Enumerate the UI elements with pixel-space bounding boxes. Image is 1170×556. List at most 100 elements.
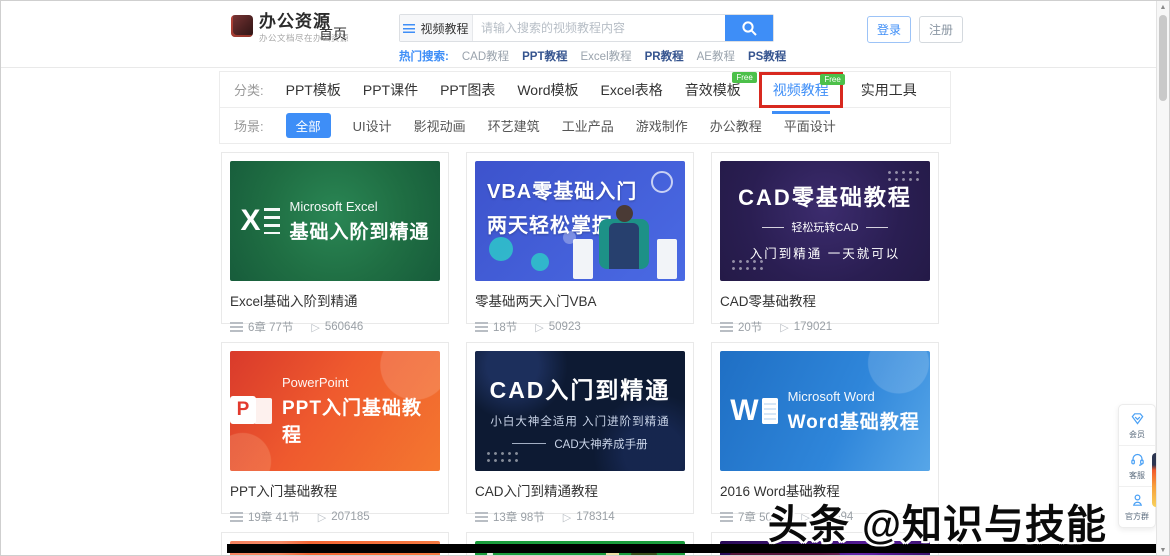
category-tab-excel-sheet[interactable]: Excel表格: [601, 80, 663, 100]
thumb-line1: Microsoft Word: [787, 388, 875, 404]
hot-search-ae[interactable]: AE教程: [697, 48, 735, 64]
thumb-line1: VBA零基础入门: [487, 181, 638, 203]
word-logo-icon: W: [730, 396, 778, 426]
filter-panel: 分类: PPT模板 PPT课件 PPT图表 Word模板 Excel表格 Fre…: [219, 71, 951, 144]
dots-decoration: [485, 450, 519, 463]
scrollbar-thumb[interactable]: [1159, 15, 1167, 101]
scene-tab-game[interactable]: 游戏制作: [636, 116, 688, 135]
category-tab-tools[interactable]: 实用工具: [861, 80, 917, 100]
pencil-icon: [651, 171, 673, 193]
scene-tab-graphic-design[interactable]: 平面设计: [784, 116, 836, 135]
course-thumbnail[interactable]: VBA零基础入门 两天轻松掌握: [475, 161, 685, 281]
course-title[interactable]: 零基础两天入门VBA: [475, 290, 685, 310]
thumb-line1: CAD零基础教程: [738, 185, 912, 210]
scene-tab-office[interactable]: 办公教程: [710, 116, 762, 135]
float-menu-service[interactable]: 客服: [1119, 445, 1155, 486]
course-thumbnail[interactable]: W Microsoft Word Word基础教程: [720, 351, 930, 471]
bubble-illustration: [531, 253, 549, 271]
browser-viewport: 办公资源 办公文档尽在办公资源 首页 视频教程 登录 注册 热门搜索:: [0, 0, 1170, 556]
bubble-illustration: [563, 231, 576, 244]
play-count-icon: ▷: [780, 321, 789, 334]
hot-search-ppt[interactable]: PPT教程: [522, 48, 567, 64]
thumb-line3: CAD大神养成手册: [554, 438, 648, 451]
person-illustration: [609, 223, 639, 269]
scroll-down-arrow-icon[interactable]: ▼: [1157, 547, 1169, 554]
course-card[interactable]: W Microsoft Word Word基础教程 2016 Word基础教程 …: [711, 342, 939, 524]
course-thumbnail[interactable]: P PowerPoint PPT入门基础教程: [230, 351, 440, 471]
person-illustration: [616, 205, 633, 222]
nav-item-home[interactable]: 首页: [319, 24, 347, 44]
thumb-line3: 入门到精通 一天就可以: [749, 247, 901, 261]
hot-search-cad[interactable]: CAD教程: [462, 48, 509, 64]
category-tab-ppt-chart[interactable]: PPT图表: [440, 80, 495, 100]
course-card[interactable]: P PowerPoint PPT入门基础教程 PPT入门基础教程 19章 41节…: [221, 342, 449, 524]
float-menu-vip[interactable]: 会员: [1119, 405, 1155, 445]
course-plays: 50923: [548, 321, 581, 333]
search-category-dropdown[interactable]: 视频教程: [400, 15, 473, 41]
course-plays: 560646: [324, 321, 364, 333]
course-thumbnail[interactable]: CAD零基础教程 轻松玩转CAD 入门到精通 一天就可以: [720, 161, 930, 281]
scrollbar[interactable]: ▲ ▼: [1156, 1, 1169, 555]
bubble-illustration: [489, 237, 513, 261]
chapters-icon: [475, 322, 488, 332]
course-title[interactable]: PPT入门基础教程: [230, 480, 440, 500]
chapters-icon: [475, 512, 488, 522]
scene-tab-ui-design[interactable]: UI设计: [353, 116, 392, 135]
course-title[interactable]: CAD入门到精通教程: [475, 480, 685, 500]
scene-tab-all[interactable]: 全部: [285, 113, 331, 138]
annotation-red-box: Free 视频教程: [758, 71, 845, 108]
search-button[interactable]: [725, 15, 773, 41]
login-button[interactable]: 登录: [867, 16, 912, 43]
course-meta: 13章 98节 ▷ 178314: [475, 509, 685, 525]
course-thumbnail[interactable]: CAD入门到精通 小白大神全适用 入门进阶到精通 CAD大神养成手册: [475, 351, 685, 471]
category-filter-row: 分类: PPT模板 PPT课件 PPT图表 Word模板 Excel表格 Fre…: [220, 71, 950, 108]
course-meta: 18节 ▷ 50923: [475, 319, 685, 335]
scroll-up-arrow-icon[interactable]: ▲: [1157, 4, 1169, 11]
thumb-line2: PPT入门基础教程: [282, 398, 422, 446]
category-label: 分类:: [234, 83, 264, 98]
course-chapters: 18节: [493, 322, 518, 334]
chapters-icon: [720, 322, 733, 332]
desk-illustration: [573, 239, 593, 279]
scene-label: 场景:: [234, 119, 264, 134]
free-badge: Free: [820, 73, 845, 85]
free-badge: Free: [732, 71, 757, 83]
course-title[interactable]: CAD零基础教程: [720, 290, 930, 310]
play-count-icon: ▷: [562, 511, 572, 524]
scene-filter-row: 场景: 全部 UI设计 影视动画 环艺建筑 工业产品 游戏制作 办公教程 平面设…: [220, 108, 950, 143]
chapters-icon: [230, 322, 243, 332]
scene-tab-architecture[interactable]: 环艺建筑: [488, 116, 540, 135]
course-card[interactable]: X Microsoft Excel 基础入阶到精通 Excel基础入阶到精通 6…: [221, 152, 449, 334]
hamburger-icon: [403, 23, 416, 33]
search-input[interactable]: [473, 15, 725, 41]
logo-icon: [231, 15, 253, 37]
vip-icon: [1131, 413, 1143, 425]
thumb-line1: PowerPoint: [282, 375, 349, 390]
category-tab-video-tutorial[interactable]: Free 视频教程: [773, 73, 845, 98]
course-card[interactable]: CAD零基础教程 轻松玩转CAD 入门到精通 一天就可以 CAD零基础教程 20…: [711, 152, 939, 334]
course-title[interactable]: Excel基础入阶到精通: [230, 290, 440, 310]
course-meta: 6章 77节 ▷ 560646: [230, 319, 440, 335]
course-chapters: 19章 41节: [248, 512, 300, 524]
hot-search-row: 热门搜索: CAD教程 PPT教程 Excel教程 PR教程 AE教程 PS教程: [399, 48, 786, 64]
course-chapters: 13章 98节: [493, 512, 545, 524]
float-menu-group[interactable]: 官方群: [1119, 486, 1155, 527]
hot-search-pr[interactable]: PR教程: [645, 48, 684, 64]
scene-tab-film-animation[interactable]: 影视动画: [414, 116, 466, 135]
course-thumbnail[interactable]: X Microsoft Excel 基础入阶到精通: [230, 161, 440, 281]
hot-search-ps[interactable]: PS教程: [748, 48, 786, 64]
register-button[interactable]: 注册: [919, 16, 964, 43]
category-tab-ppt-template[interactable]: PPT模板: [286, 80, 341, 100]
course-card[interactable]: CAD入门到精通 小白大神全适用 入门进阶到精通 CAD大神养成手册 CAD入门…: [466, 342, 694, 524]
course-plays: 178314: [576, 511, 615, 523]
watermark-text: 头条 @知识与技能: [767, 503, 1107, 547]
category-tab-ppt-courseware[interactable]: PPT课件: [363, 80, 418, 100]
course-chapters: 6章 77节: [248, 322, 294, 334]
thumb-line2: 轻松玩转CAD: [791, 222, 859, 234]
hot-search-excel[interactable]: Excel教程: [581, 48, 632, 64]
play-count-icon: ▷: [317, 511, 327, 524]
scene-tab-industrial[interactable]: 工业产品: [562, 116, 614, 135]
category-tab-sound-template[interactable]: Free 音效模板: [685, 71, 757, 100]
course-card[interactable]: VBA零基础入门 两天轻松掌握 零基础两天入门VBA 18节 ▷ 50923: [466, 152, 694, 334]
category-tab-word-template[interactable]: Word模板: [517, 80, 578, 100]
